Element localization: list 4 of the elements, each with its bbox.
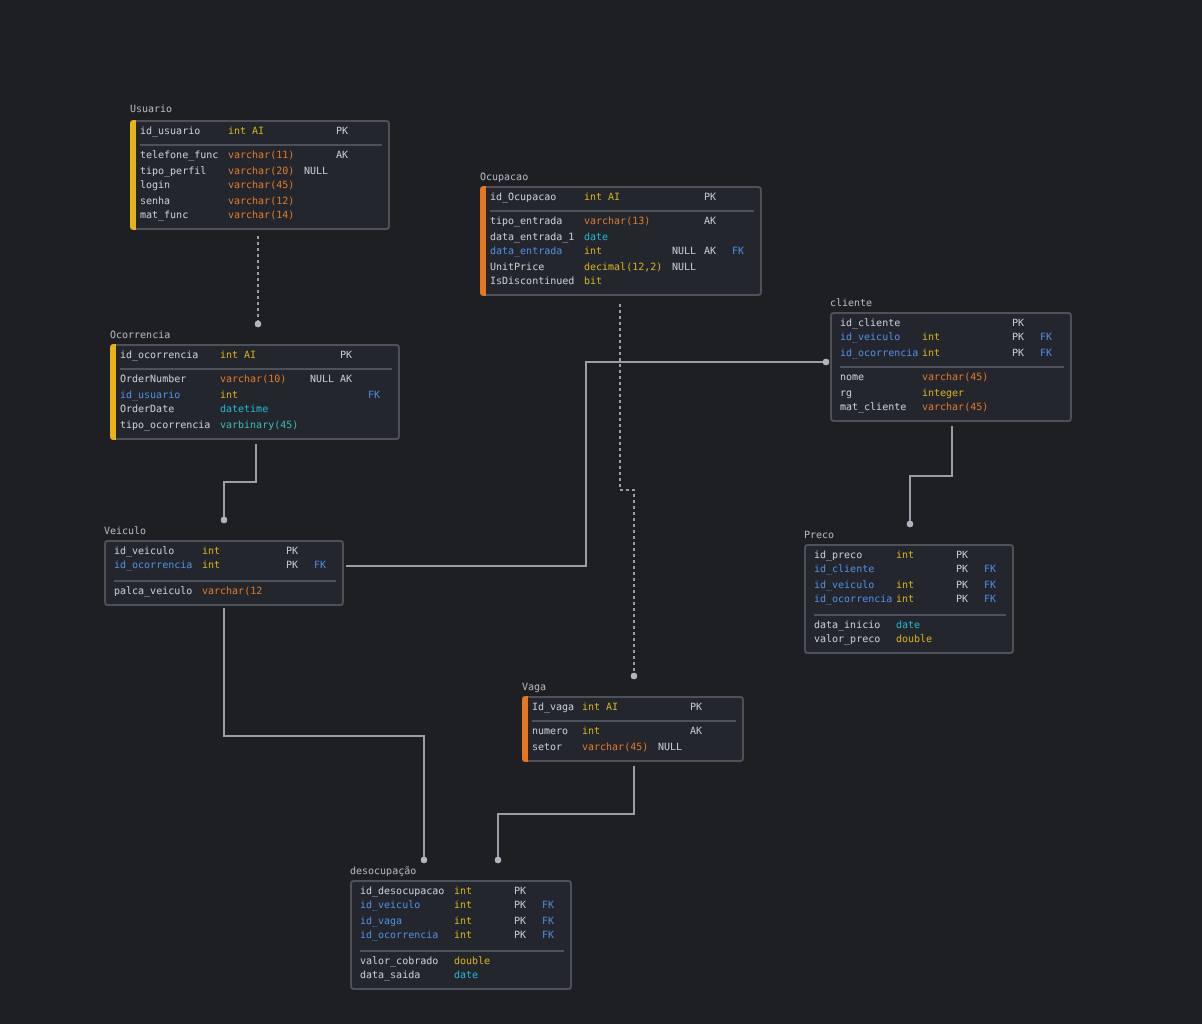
connector-line bbox=[906, 425, 953, 528]
connector-line bbox=[220, 443, 257, 524]
connector-line bbox=[494, 765, 635, 864]
connector-line bbox=[254, 235, 262, 328]
